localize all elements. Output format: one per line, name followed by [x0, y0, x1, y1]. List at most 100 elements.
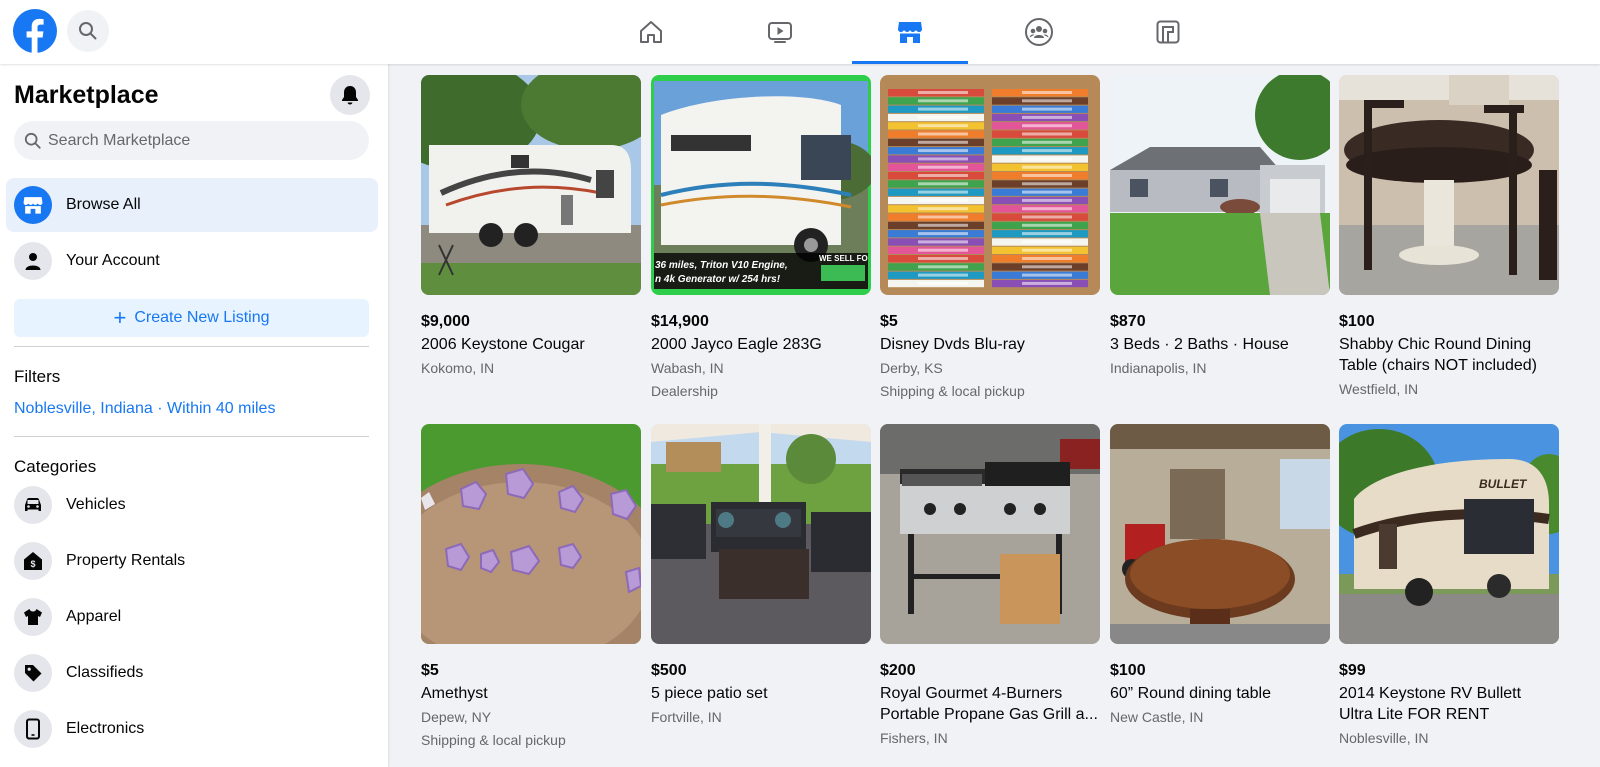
- dvd-spine-title: [1022, 157, 1072, 161]
- dvd-spine-title: [1022, 281, 1072, 285]
- listing-price: $100: [1339, 313, 1375, 330]
- gaming-icon: [1156, 20, 1180, 44]
- marketplace-search[interactable]: [14, 121, 369, 160]
- tab-home[interactable]: [593, 0, 709, 64]
- create-new-listing-button[interactable]: + Create New Listing: [14, 299, 369, 337]
- listing-photo[interactable]: [1110, 75, 1330, 295]
- dvd-spine-title: [1022, 182, 1072, 186]
- dvd-spine-title: [918, 115, 968, 119]
- dvd-spine-title: [918, 157, 968, 161]
- search-input[interactable]: [48, 131, 348, 150]
- tab-gaming[interactable]: [1110, 0, 1226, 64]
- dvd-spine-title: [918, 149, 968, 153]
- location-filter-link[interactable]: Noblesville, Indiana · Within 40 miles: [14, 400, 275, 418]
- listing-card[interactable]: $100 Shabby Chic Round Dining Table (cha…: [1339, 75, 1559, 399]
- listing-photo[interactable]: [651, 424, 871, 644]
- category-label: Electronics: [66, 720, 145, 737]
- scrollbar[interactable]: [1592, 64, 1600, 767]
- listing-price: $99: [1339, 662, 1366, 679]
- listing-extra: Shipping & local pickup: [421, 732, 566, 748]
- category-property-rentals[interactable]: $ Property Rentals: [6, 535, 378, 587]
- dvd-spine-title: [918, 281, 968, 285]
- video-icon: [768, 22, 792, 43]
- listing-location: Fortville, IN: [651, 709, 722, 725]
- listing-price: $5: [421, 662, 439, 679]
- listing-location: Depew, NY: [421, 709, 492, 725]
- tab-watch[interactable]: [722, 0, 838, 64]
- listing-photo[interactable]: BULLET: [1339, 424, 1559, 644]
- create-listing-label: Create New Listing: [134, 309, 270, 326]
- facebook-logo-icon[interactable]: [13, 9, 57, 53]
- category-vehicles[interactable]: Vehicles: [6, 479, 378, 531]
- listing-card[interactable]: $100 60” Round dining table New Castle, …: [1110, 424, 1330, 727]
- listing-photo[interactable]: [880, 424, 1100, 644]
- plus-icon: +: [113, 305, 127, 330]
- listing-location: Noblesville, IN: [1339, 730, 1429, 746]
- tab-groups[interactable]: [981, 0, 1097, 64]
- tag-icon: [14, 654, 52, 692]
- dvd-spine-title: [1022, 140, 1072, 144]
- listing-card[interactable]: $5 Amethyst Depew, NY Shipping & local p…: [421, 424, 641, 750]
- home-icon: [640, 21, 662, 43]
- category-label: Vehicles: [66, 496, 126, 513]
- dvd-spine-title: [1022, 115, 1072, 119]
- listing-card[interactable]: $870 3 Beds · 2 Baths · House Indianapol…: [1110, 75, 1330, 378]
- dvd-spine-title: [918, 174, 968, 177]
- sidebar-item-your-account[interactable]: Your Account: [6, 234, 378, 288]
- dvd-spine-title: [1022, 174, 1072, 177]
- banner-line-1: 36 miles, Triton V10 Engine,: [655, 260, 788, 271]
- dvd-spine-title: [918, 232, 968, 236]
- listing-card[interactable]: $500 5 piece patio set Fortville, IN: [651, 424, 871, 727]
- dvd-spine-title: [1022, 223, 1072, 227]
- dvd-spine-title: [918, 132, 968, 136]
- listing-card[interactable]: $200 Royal Gourmet 4-Burners Portable Pr…: [880, 424, 1100, 748]
- listing-location: Fishers, IN: [880, 730, 948, 746]
- listing-photo[interactable]: [1339, 75, 1559, 295]
- listing-price: $9,000: [421, 313, 470, 330]
- listing-card[interactable]: BULLET $99 2014 Keystone RV Bullett Ultr…: [1339, 424, 1559, 748]
- dvd-spine-title: [918, 99, 968, 103]
- listing-photo[interactable]: 36 miles, Triton V10 Engine, n 4k Genera…: [651, 75, 871, 295]
- listing-price: $100: [1110, 662, 1146, 679]
- listing-photo[interactable]: [1110, 424, 1330, 644]
- notifications-button[interactable]: [330, 75, 370, 115]
- dvd-spine-title: [1022, 265, 1072, 269]
- category-apparel[interactable]: Apparel: [6, 591, 378, 643]
- sidebar-item-browse-all[interactable]: Browse All: [6, 178, 378, 232]
- listing-location: Wabash, IN: [651, 360, 724, 376]
- dvd-spine-title: [1022, 273, 1072, 277]
- dvd-spine-title: [1022, 207, 1072, 211]
- listing-card[interactable]: $9,000 2006 Keystone Cougar Kokomo, IN: [421, 75, 641, 378]
- trailer-badge-text: BULLET: [1479, 477, 1528, 491]
- filters-heading: Filters: [14, 367, 61, 386]
- listing-photo[interactable]: [880, 75, 1100, 295]
- car-icon: [14, 486, 52, 524]
- category-classifieds[interactable]: Classifieds: [6, 647, 378, 699]
- dvd-spine-title: [1022, 240, 1072, 244]
- category-electronics[interactable]: Electronics: [6, 703, 378, 755]
- shop-icon: [898, 22, 922, 43]
- listing-title: 2014 Keystone RV Bullett Ultra Lite FOR …: [1339, 685, 1522, 723]
- listing-photo[interactable]: [421, 424, 641, 644]
- dvd-spine-title: [918, 124, 968, 128]
- page-title: Marketplace: [14, 81, 159, 109]
- listing-card[interactable]: 36 miles, Triton V10 Engine, n 4k Genera…: [651, 75, 871, 401]
- listing-photo[interactable]: [421, 75, 641, 295]
- dvd-spine-title: [1022, 124, 1072, 128]
- dvd-spine-title: [918, 223, 968, 227]
- dvd-spine-title: [1022, 107, 1072, 111]
- search-button[interactable]: [67, 10, 109, 52]
- dvd-spine-title: [1022, 149, 1072, 153]
- listing-title: 2000 Jayco Eagle 283G: [651, 336, 822, 353]
- listing-title: 3 Beds · 2 Baths · House: [1110, 336, 1289, 353]
- dvd-spine-title: [1022, 99, 1072, 103]
- divider: [14, 346, 369, 347]
- listing-location: Derby, KS: [880, 360, 943, 376]
- person-icon: [14, 242, 52, 280]
- listing-card[interactable]: $5 Disney Dvds Blu-ray Derby, KS Shippin…: [880, 75, 1100, 401]
- category-label: Apparel: [66, 608, 122, 625]
- sidebar-item-label: Your Account: [66, 252, 160, 269]
- categories-heading: Categories: [14, 457, 97, 476]
- tab-marketplace[interactable]: [852, 0, 968, 64]
- category-label: Property Rentals: [66, 552, 186, 569]
